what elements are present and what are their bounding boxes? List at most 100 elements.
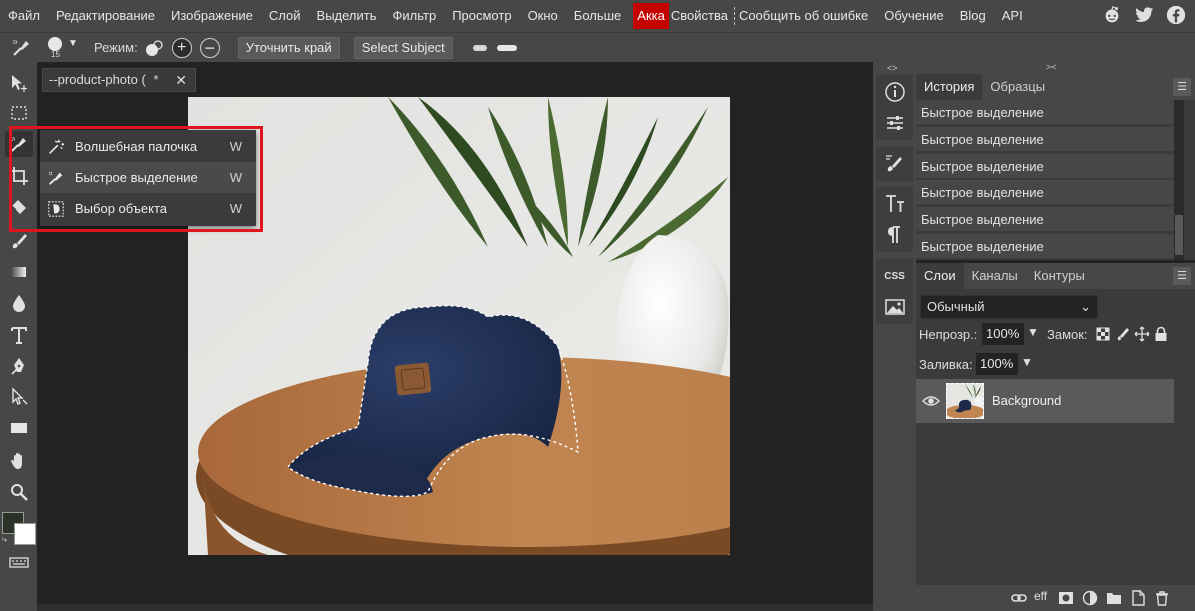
- mode-add-button[interactable]: +: [171, 37, 192, 58]
- collapse-right-icon[interactable]: ><: [1046, 62, 1057, 72]
- menu-blog[interactable]: Blog: [952, 0, 994, 32]
- brush-large-icon[interactable]: [496, 44, 517, 51]
- blend-mode-select[interactable]: Обычный ⌄: [920, 295, 1098, 319]
- history-row[interactable]: Быстрое выделение: [916, 180, 1174, 205]
- new-layer-icon[interactable]: [1130, 590, 1146, 606]
- twitter-icon[interactable]: [1133, 4, 1155, 26]
- link-layers-icon[interactable]: [1011, 590, 1027, 606]
- character-icon[interactable]: [876, 189, 913, 219]
- document-tab[interactable]: --product-photo ( * ✕: [42, 68, 196, 92]
- layer-row-background[interactable]: Background: [916, 379, 1174, 423]
- mode-new-icon[interactable]: [144, 38, 164, 58]
- keyboard-icon[interactable]: [5, 549, 33, 575]
- canvas-scroll-bottom[interactable]: [37, 604, 873, 611]
- background-color-swatch[interactable]: [14, 523, 36, 545]
- quick-selection-tool-icon[interactable]: [5, 131, 33, 157]
- panel-grip[interactable]: <>: [873, 62, 916, 74]
- close-tab-icon[interactable]: ✕: [175, 69, 187, 91]
- crop-tool-icon[interactable]: [5, 163, 33, 189]
- adjustment-layer-icon[interactable]: [1082, 590, 1098, 606]
- hand-tool-icon[interactable]: [5, 448, 33, 474]
- history-scroll-thumb[interactable]: [1175, 215, 1183, 255]
- paragraph-icon[interactable]: [876, 220, 913, 250]
- move-tool-icon[interactable]: [5, 70, 33, 96]
- tab-history[interactable]: История: [916, 74, 983, 100]
- lock-all-icon[interactable]: [1154, 326, 1168, 342]
- product-photo-canvas[interactable]: [188, 97, 730, 555]
- history-list: Быстрое выделение Быстрое выделение Быст…: [916, 100, 1195, 260]
- layer-mask-icon[interactable]: [1058, 590, 1074, 606]
- rectangle-tool-icon[interactable]: [5, 415, 33, 441]
- menu-edit[interactable]: Редактирование: [48, 0, 163, 32]
- menu-api[interactable]: API: [994, 0, 1031, 32]
- swap-colors-icon[interactable]: ⤷: [2, 534, 7, 545]
- menu-properties[interactable]: Свойства: [669, 0, 732, 32]
- info-icon[interactable]: [876, 77, 913, 107]
- menu-window[interactable]: Окно: [520, 0, 566, 32]
- opacity-input[interactable]: 100%: [982, 323, 1024, 345]
- history-row[interactable]: Быстрое выделение: [916, 127, 1174, 152]
- reddit-icon[interactable]: [1101, 4, 1123, 26]
- gradient-tool-icon[interactable]: [5, 259, 33, 285]
- menu-more[interactable]: Больше: [566, 0, 630, 32]
- menu-select[interactable]: Выделить: [309, 0, 385, 32]
- opacity-dropdown-icon[interactable]: ▼: [1027, 325, 1039, 339]
- path-selection-tool-icon[interactable]: [5, 384, 33, 410]
- fill-input[interactable]: 100%: [976, 353, 1018, 375]
- history-tabs: История Образцы: [916, 74, 1195, 100]
- refine-edge-button[interactable]: Уточнить край: [237, 36, 340, 59]
- tab-layers[interactable]: Слои: [916, 263, 964, 289]
- select-subject-button[interactable]: Select Subject: [353, 36, 453, 59]
- history-row[interactable]: Быстрое выделение: [916, 154, 1174, 179]
- menu-filter[interactable]: Фильтр: [385, 0, 445, 32]
- image-icon[interactable]: [876, 292, 913, 322]
- flyout-item-magic-wand[interactable]: Волшебная палочка W: [40, 131, 256, 162]
- chevron-down-icon: ⌄: [1080, 299, 1091, 314]
- eye-icon[interactable]: [922, 393, 940, 409]
- tab-channels[interactable]: Каналы: [964, 263, 1026, 289]
- menu-layer[interactable]: Слой: [261, 0, 309, 32]
- flyout-item-object-selection[interactable]: Выбор объекта W: [40, 193, 256, 224]
- history-scrollbar[interactable]: [1174, 100, 1184, 260]
- brush-settings-icon[interactable]: [876, 149, 913, 179]
- tab-paths[interactable]: Контуры: [1026, 263, 1093, 289]
- folder-icon[interactable]: [1106, 590, 1122, 606]
- product-photo-image: [188, 97, 730, 555]
- layers-panel: Слои Каналы Контуры ☰ Обычный ⌄ Непрозр.…: [916, 263, 1195, 611]
- delete-layer-icon[interactable]: [1154, 590, 1170, 606]
- fill-dropdown-icon[interactable]: ▼: [1021, 355, 1033, 369]
- menu-file[interactable]: Файл: [0, 0, 48, 32]
- brush-tool-icon[interactable]: [5, 228, 33, 254]
- lock-transparency-icon[interactable]: [1096, 327, 1110, 341]
- history-menu-icon[interactable]: ☰: [1173, 78, 1191, 96]
- brush-size-picker[interactable]: 15 ▼: [46, 35, 80, 61]
- history-row[interactable]: Быстрое выделение: [916, 234, 1174, 259]
- lock-position-icon[interactable]: [1134, 326, 1150, 342]
- menu-account[interactable]: Акка: [633, 3, 669, 29]
- layer-effects-icon[interactable]: eff: [1034, 589, 1050, 605]
- eraser-tool-icon[interactable]: [5, 194, 33, 220]
- menu-view[interactable]: Просмотр: [444, 0, 519, 32]
- brush-small-icon[interactable]: [472, 44, 487, 51]
- pen-tool-icon[interactable]: [5, 353, 33, 379]
- menu-learn[interactable]: Обучение: [876, 0, 951, 32]
- collapse-left-icon[interactable]: <>: [887, 62, 898, 74]
- adjustments-icon[interactable]: [876, 108, 913, 138]
- facebook-icon[interactable]: [1165, 4, 1187, 26]
- history-row[interactable]: Быстрое выделение: [916, 207, 1174, 232]
- menu-report-bug[interactable]: Сообщить об ошибке: [737, 0, 876, 32]
- marquee-tool-icon[interactable]: [5, 100, 33, 126]
- blur-tool-icon[interactable]: [5, 290, 33, 316]
- tab-swatches[interactable]: Образцы: [982, 74, 1053, 100]
- type-tool-icon[interactable]: [5, 322, 33, 348]
- quick-selection-tool-icon[interactable]: [10, 37, 32, 59]
- css-icon[interactable]: CSS: [876, 261, 913, 291]
- lock-pixels-icon[interactable]: [1115, 326, 1131, 342]
- mode-subtract-button[interactable]: −: [199, 37, 220, 58]
- layers-menu-icon[interactable]: ☰: [1173, 267, 1191, 285]
- menu-image[interactable]: Изображение: [163, 0, 261, 32]
- flyout-item-quick-selection[interactable]: Быстрое выделение W: [40, 162, 256, 193]
- layer-name: Background: [992, 393, 1062, 408]
- history-row[interactable]: Быстрое выделение: [916, 100, 1174, 125]
- zoom-tool-icon[interactable]: [5, 479, 33, 505]
